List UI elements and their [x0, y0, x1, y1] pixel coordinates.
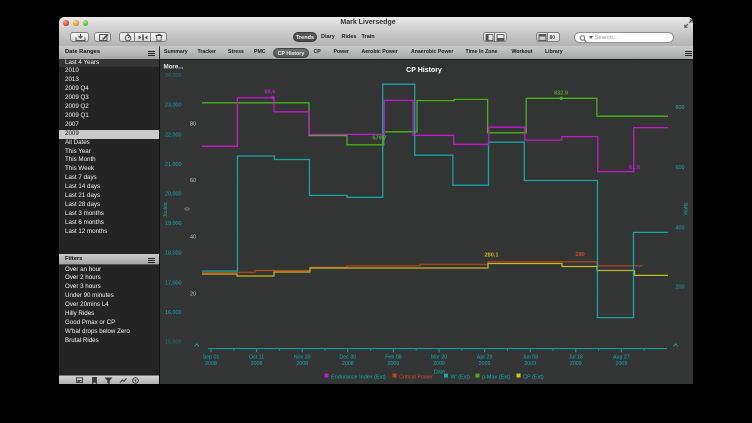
svg-text:Aug 27: Aug 27 [613, 355, 630, 361]
svg-text:Mar 20: Mar 20 [431, 355, 448, 361]
svg-text:280: 280 [575, 252, 584, 258]
svg-text:Nov 20: Nov 20 [294, 355, 311, 361]
svg-text:2009: 2009 [388, 361, 400, 367]
svg-text:600: 600 [676, 165, 685, 171]
svg-text:Watts: Watts [684, 202, 690, 215]
svg-text:800: 800 [676, 105, 685, 111]
svg-text:832.9: 832.9 [554, 91, 568, 97]
svg-text:22,000: 22,000 [165, 132, 182, 138]
svg-text:2009: 2009 [570, 361, 582, 367]
svg-text:2009: 2009 [433, 361, 445, 367]
svg-text:CP (Ext): CP (Ext) [523, 375, 544, 381]
svg-text:Apr 29: Apr 29 [477, 355, 493, 361]
svg-text:2008: 2008 [251, 361, 263, 367]
svg-text:400: 400 [676, 226, 685, 232]
svg-text:W' (Ext): W' (Ext) [451, 375, 471, 381]
svg-text:Sep 01: Sep 01 [203, 355, 220, 361]
svg-text:20: 20 [190, 291, 196, 297]
svg-text:More...: More... [164, 64, 184, 71]
svg-text:(): () [185, 207, 191, 211]
svg-text:Dec 30: Dec 30 [339, 355, 356, 361]
svg-text:Date: Date [434, 370, 445, 376]
svg-text:2008: 2008 [296, 361, 308, 367]
svg-text:61.8: 61.8 [629, 165, 640, 171]
svg-text:Oct 11: Oct 11 [249, 355, 264, 361]
svg-text:89.6: 89.6 [265, 90, 276, 96]
svg-text:80: 80 [190, 122, 196, 128]
svg-text:2009: 2009 [524, 361, 536, 367]
svg-text:23,000: 23,000 [165, 103, 182, 109]
svg-text:2008: 2008 [342, 361, 354, 367]
svg-text:2009: 2009 [479, 361, 491, 367]
svg-text:16,000: 16,000 [165, 310, 182, 316]
svg-text:Jun 08: Jun 08 [522, 355, 538, 361]
svg-text:Jul 18: Jul 18 [569, 355, 583, 361]
svg-text:18,000: 18,000 [165, 251, 182, 257]
svg-text:Critical Power: Critical Power [399, 375, 433, 381]
svg-text:19,000: 19,000 [165, 221, 182, 227]
svg-text:40: 40 [190, 235, 196, 241]
svg-text:21,000: 21,000 [165, 162, 182, 168]
svg-text:20,000: 20,000 [165, 192, 182, 198]
svg-text:679.7: 679.7 [373, 136, 387, 142]
svg-text:p-Max (Ext): p-Max (Ext) [482, 375, 511, 381]
svg-text:CP History: CP History [406, 67, 442, 74]
svg-text:Feb 08: Feb 08 [385, 355, 402, 361]
svg-text:200: 200 [676, 285, 685, 291]
svg-text:60: 60 [190, 178, 196, 184]
svg-text:24,000: 24,000 [165, 73, 182, 79]
svg-text:Joules: Joules [163, 202, 169, 217]
svg-text:Endurance Index (Ext): Endurance Index (Ext) [331, 375, 386, 381]
svg-text:2009: 2009 [616, 361, 628, 367]
svg-text:2008: 2008 [205, 361, 217, 367]
svg-text:17,000: 17,000 [165, 280, 182, 286]
svg-text:15,000: 15,000 [165, 340, 182, 346]
svg-text:280.1: 280.1 [485, 253, 499, 259]
